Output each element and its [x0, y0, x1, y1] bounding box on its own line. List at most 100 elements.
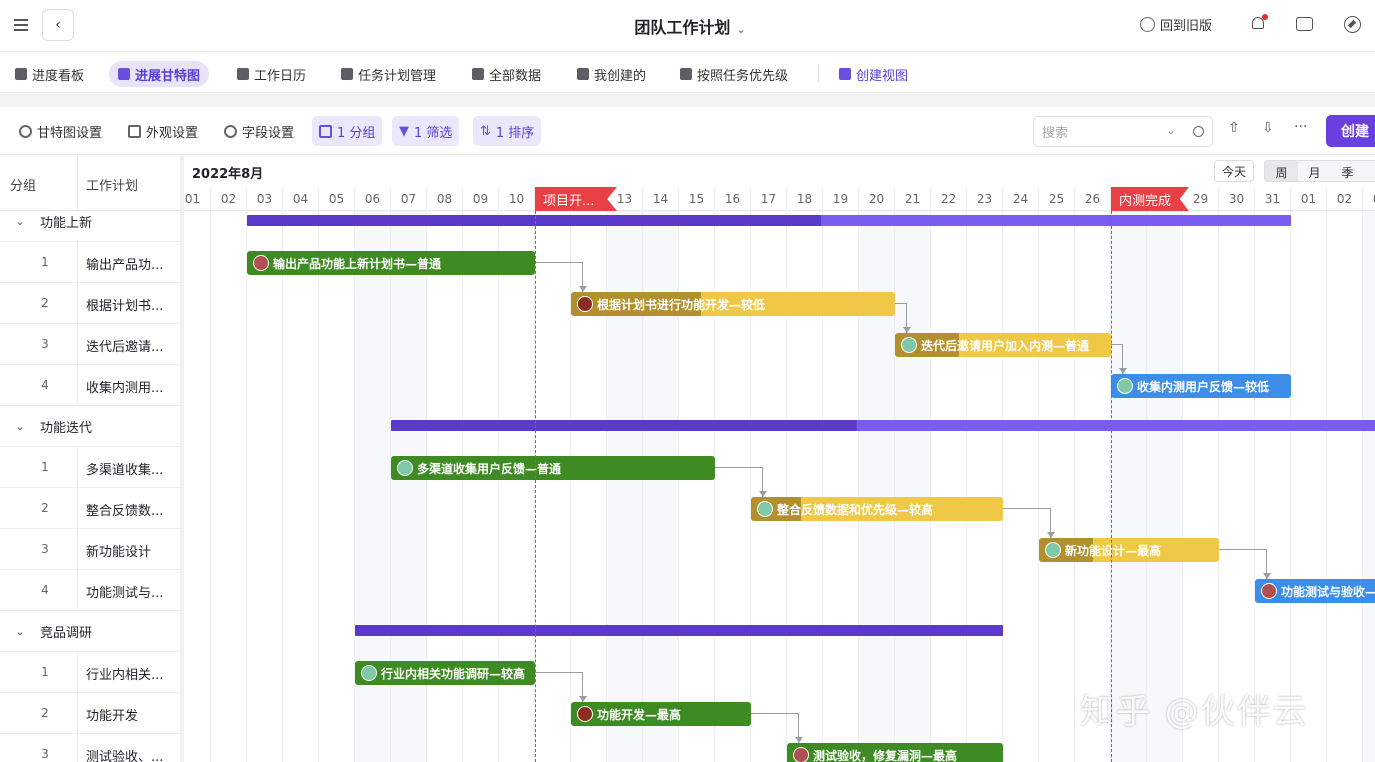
field-settings-button[interactable]: 字段设置	[217, 116, 301, 146]
day-column	[1039, 211, 1075, 762]
task-bar[interactable]: 迭代后邀请用户加入内测—普通	[895, 333, 1111, 357]
task-bar[interactable]: 收集内测用户反馈—较低	[1111, 374, 1291, 398]
tab-calendar[interactable]: 工作日历	[228, 61, 315, 87]
watermark: 知乎 @伙伴云	[1080, 692, 1309, 732]
search-input[interactable]: 搜索 ⌄	[1033, 116, 1213, 147]
dependency-arrow	[903, 327, 911, 333]
scale-year[interactable]: 年	[1364, 161, 1375, 181]
scale-quarter[interactable]: 季	[1331, 161, 1364, 181]
table-row[interactable]: 1 多渠道收集...	[0, 447, 180, 488]
gantt-settings-button[interactable]: 甘特图设置	[12, 116, 109, 146]
scale-month[interactable]: 月	[1298, 161, 1331, 181]
day-column	[1183, 211, 1219, 762]
group-button[interactable]: 1 分组	[312, 116, 383, 146]
group-row[interactable]: ⌄ 竞品调研	[0, 611, 180, 652]
chevron-left-icon: ‹	[55, 17, 61, 33]
group-column-header[interactable]: 分组	[10, 175, 36, 194]
page-title[interactable]: 团队工作计划 ⌄	[600, 14, 780, 38]
day-label: 31	[1255, 187, 1291, 211]
group-summary-bar[interactable]	[355, 625, 1003, 636]
table-row[interactable]: 2 功能开发	[0, 693, 180, 734]
day-label: 03	[247, 187, 283, 211]
table-row[interactable]: 2 根据计划书...	[0, 283, 180, 324]
table-row[interactable]: 3 测试验收、...	[0, 734, 180, 762]
tab-by-priority[interactable]: 按照任务优先级	[671, 61, 797, 87]
day-label: 20	[859, 187, 895, 211]
day-column	[1219, 211, 1255, 762]
gantt-toolbar: 甘特图设置 外观设置 字段设置 1 分组 ▼ 1 筛选 ⇅ 1 排序 搜索 ⌄ ⇧ ⇩…	[0, 107, 1375, 155]
tab-gantt[interactable]: 进展甘特图	[109, 61, 210, 87]
day-column	[1075, 211, 1111, 762]
scale-week[interactable]: 周	[1265, 161, 1298, 181]
group-row[interactable]: ⌄ 功能迭代	[0, 406, 180, 447]
avatar	[1045, 542, 1061, 558]
day-label: 10	[499, 187, 535, 211]
dependency-arrow	[579, 696, 587, 702]
table-row[interactable]: 1 行业内相关...	[0, 652, 180, 693]
back-button[interactable]: ‹	[42, 9, 74, 41]
compass-icon[interactable]	[1344, 16, 1361, 33]
chevron-down-icon[interactable]: ⌄	[0, 215, 40, 228]
table-row[interactable]: 4 收集内测用...	[0, 365, 180, 406]
group-row[interactable]: ⌄ 功能上新	[0, 211, 180, 242]
group-summary-bar[interactable]	[391, 420, 1375, 431]
month-header: 2022年8月 今天 周 月 季 年	[184, 155, 1375, 187]
day-label: 02	[211, 187, 247, 211]
group-icon	[319, 124, 332, 138]
table-row[interactable]: 4 功能测试与...	[0, 570, 180, 611]
back-to-old-version-button[interactable]: 回到旧版	[1140, 15, 1212, 34]
day-label: 01	[1291, 187, 1327, 211]
day-label: 15	[679, 187, 715, 211]
chevron-down-icon[interactable]: ⌄	[0, 420, 40, 433]
task-bar[interactable]: 输出产品功能上新计划书—普通	[247, 251, 535, 275]
plan-column-header[interactable]: 工作计划	[86, 175, 138, 194]
task-bar[interactable]: 功能测试与验收—最高	[1255, 579, 1375, 603]
board-icon	[15, 68, 27, 80]
tab-created-by-me[interactable]: 我创建的	[568, 61, 655, 87]
notification-dot	[1262, 14, 1268, 20]
task-bar[interactable]: 整合反馈数据和优先级—较高	[751, 497, 1003, 521]
download-icon[interactable]: ⇩	[1262, 120, 1274, 136]
task-bar[interactable]: 测试验收，修复漏洞—最高	[787, 743, 1003, 762]
today-button[interactable]: 今天	[1214, 160, 1254, 182]
day-column	[931, 211, 967, 762]
task-bar[interactable]: 行业内相关功能调研—较高	[355, 661, 535, 685]
day-column	[1003, 211, 1039, 762]
tab-progress-board[interactable]: 进度看板	[6, 61, 93, 87]
menu-icon[interactable]	[12, 16, 30, 34]
gantt-icon	[118, 68, 130, 80]
notification-bell-icon[interactable]	[1249, 14, 1268, 33]
table-row[interactable]: 3 迭代后邀请...	[0, 324, 180, 365]
milestone-flag[interactable]: 内测完成	[1111, 187, 1189, 211]
task-bar[interactable]: 新功能设计—最高	[1039, 538, 1219, 562]
briefcase-icon[interactable]	[1296, 17, 1313, 31]
sort-button[interactable]: ⇅ 1 排序	[473, 116, 542, 146]
day-column	[895, 211, 931, 762]
table-row[interactable]: 2 整合反馈数...	[0, 488, 180, 529]
day-label: 02	[1327, 187, 1363, 211]
task-bar[interactable]: 功能开发—最高	[571, 702, 751, 726]
create-view-button[interactable]: 创建视图	[830, 61, 917, 87]
dependency-line	[535, 262, 583, 292]
chevron-down-icon[interactable]: ⌄	[0, 625, 40, 638]
dependency-line	[1003, 508, 1051, 538]
table-row[interactable]: 3 新功能设计	[0, 529, 180, 570]
top-bar: ‹ 团队工作计划 ⌄ 回到旧版	[0, 0, 1375, 52]
task-bar[interactable]: 多渠道收集用户反馈—普通	[391, 456, 715, 480]
group-summary-bar[interactable]	[247, 215, 1291, 226]
create-button[interactable]: 创建	[1326, 115, 1375, 147]
filter-button[interactable]: ▼ 1 筛选	[392, 116, 460, 146]
milestone-flag[interactable]: 项目开...	[535, 187, 617, 211]
dependency-line	[535, 672, 583, 702]
table-row[interactable]: 1 输出产品功...	[0, 242, 180, 283]
appearance-settings-button[interactable]: 外观设置	[121, 116, 205, 146]
dependency-line	[751, 713, 799, 743]
tab-task-plan[interactable]: 任务计划管理	[332, 61, 445, 87]
table-icon	[577, 68, 589, 80]
task-bar[interactable]: 根据计划书进行功能开发—较低	[571, 292, 895, 316]
tab-all-data[interactable]: 全部数据	[463, 61, 550, 87]
day-column	[1363, 211, 1375, 762]
day-column	[184, 211, 211, 762]
more-icon[interactable]: ···	[1294, 119, 1307, 135]
upload-icon[interactable]: ⇧	[1228, 120, 1240, 136]
